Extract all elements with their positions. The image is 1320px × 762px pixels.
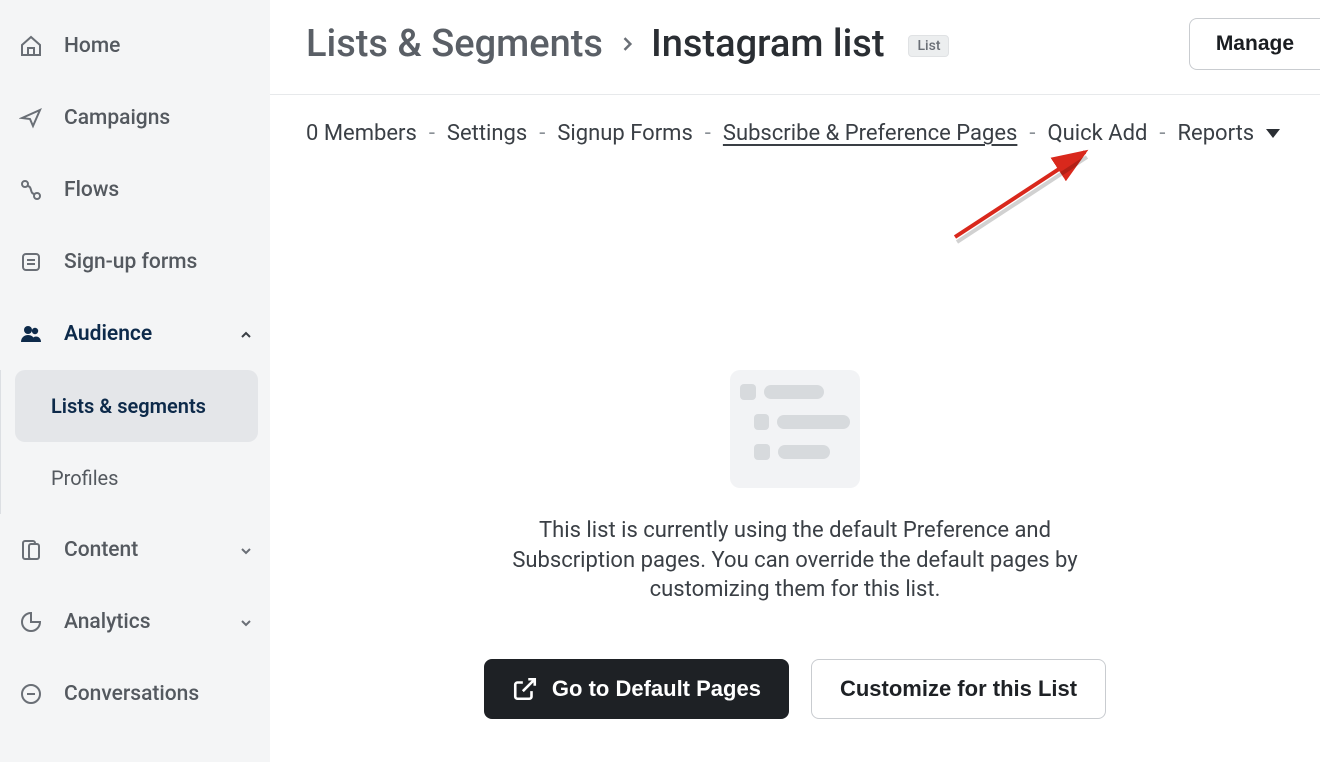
external-link-icon — [512, 676, 538, 702]
nav-sublabel: Lists & segments — [51, 394, 206, 418]
chevron-down-icon — [238, 615, 252, 629]
empty-state-actions: Go to Default Pages Customize for this L… — [484, 659, 1106, 719]
content-icon — [18, 537, 44, 563]
chat-icon — [18, 681, 44, 707]
tab-subscribe-preference-pages[interactable]: Subscribe & Preference Pages — [723, 121, 1018, 146]
customize-for-this-list-button[interactable]: Customize for this List — [811, 659, 1106, 719]
nav-signup-forms[interactable]: Sign-up forms — [0, 226, 270, 298]
flow-icon — [18, 177, 44, 203]
breadcrumb-leaf: Instagram list — [651, 22, 885, 66]
nav-label: Conversations — [64, 682, 199, 706]
tab-members[interactable]: 0 Members — [306, 121, 417, 146]
nav-lists-segments[interactable]: Lists & segments — [15, 370, 258, 442]
chevron-up-icon — [238, 327, 252, 341]
paper-plane-icon — [18, 105, 44, 131]
tab-signup-forms[interactable]: Signup Forms — [557, 121, 692, 146]
placeholder-illustration — [730, 370, 860, 488]
nav-conversations[interactable]: Conversations — [0, 658, 270, 730]
empty-state: This list is currently using the default… — [270, 370, 1320, 719]
nav-audience[interactable]: Audience — [0, 298, 270, 370]
form-icon — [18, 249, 44, 275]
people-icon — [18, 321, 44, 347]
type-badge: List — [908, 35, 949, 57]
nav-audience-subitems: Lists & segments Profiles — [0, 370, 270, 514]
breadcrumb-root[interactable]: Lists & Segments — [306, 22, 603, 66]
nav-label: Flows — [64, 178, 119, 202]
nav-label: Analytics — [64, 610, 151, 634]
nav-flows[interactable]: Flows — [0, 154, 270, 226]
tab-settings[interactable]: Settings — [447, 121, 527, 146]
page-header: Lists & Segments Instagram list List Man… — [270, 0, 1320, 95]
chevron-down-icon — [238, 543, 252, 557]
list-tabs: 0 Members - Settings - Signup Forms - Su… — [270, 95, 1320, 156]
caret-down-icon — [1266, 129, 1280, 138]
go-to-default-pages-button[interactable]: Go to Default Pages — [484, 659, 789, 719]
breadcrumb: Lists & Segments Instagram list List — [306, 22, 949, 66]
nav-label: Audience — [64, 322, 152, 346]
nav-content[interactable]: Content — [0, 514, 270, 586]
home-icon — [18, 33, 44, 59]
nav-label: Campaigns — [64, 106, 170, 130]
chevron-right-icon — [617, 34, 637, 54]
sidebar: Home Campaigns Flows Sign-up forms Audie… — [0, 0, 270, 762]
nav-profiles[interactable]: Profiles — [15, 442, 270, 514]
manage-button[interactable]: Manage — [1189, 18, 1320, 70]
tab-quick-add[interactable]: Quick Add — [1047, 121, 1147, 146]
nav-campaigns[interactable]: Campaigns — [0, 82, 270, 154]
nav-home[interactable]: Home — [0, 10, 270, 82]
nav-sublabel: Profiles — [51, 466, 118, 490]
empty-state-text: This list is currently using the default… — [475, 516, 1115, 605]
nav-analytics[interactable]: Analytics — [0, 586, 270, 658]
nav-label: Home — [64, 34, 120, 58]
annotation-arrow — [945, 142, 1125, 252]
pie-icon — [18, 609, 44, 635]
nav-label: Sign-up forms — [64, 250, 197, 274]
tab-reports[interactable]: Reports — [1177, 121, 1279, 146]
nav-label: Content — [64, 538, 138, 562]
main: Lists & Segments Instagram list List Man… — [270, 0, 1320, 762]
